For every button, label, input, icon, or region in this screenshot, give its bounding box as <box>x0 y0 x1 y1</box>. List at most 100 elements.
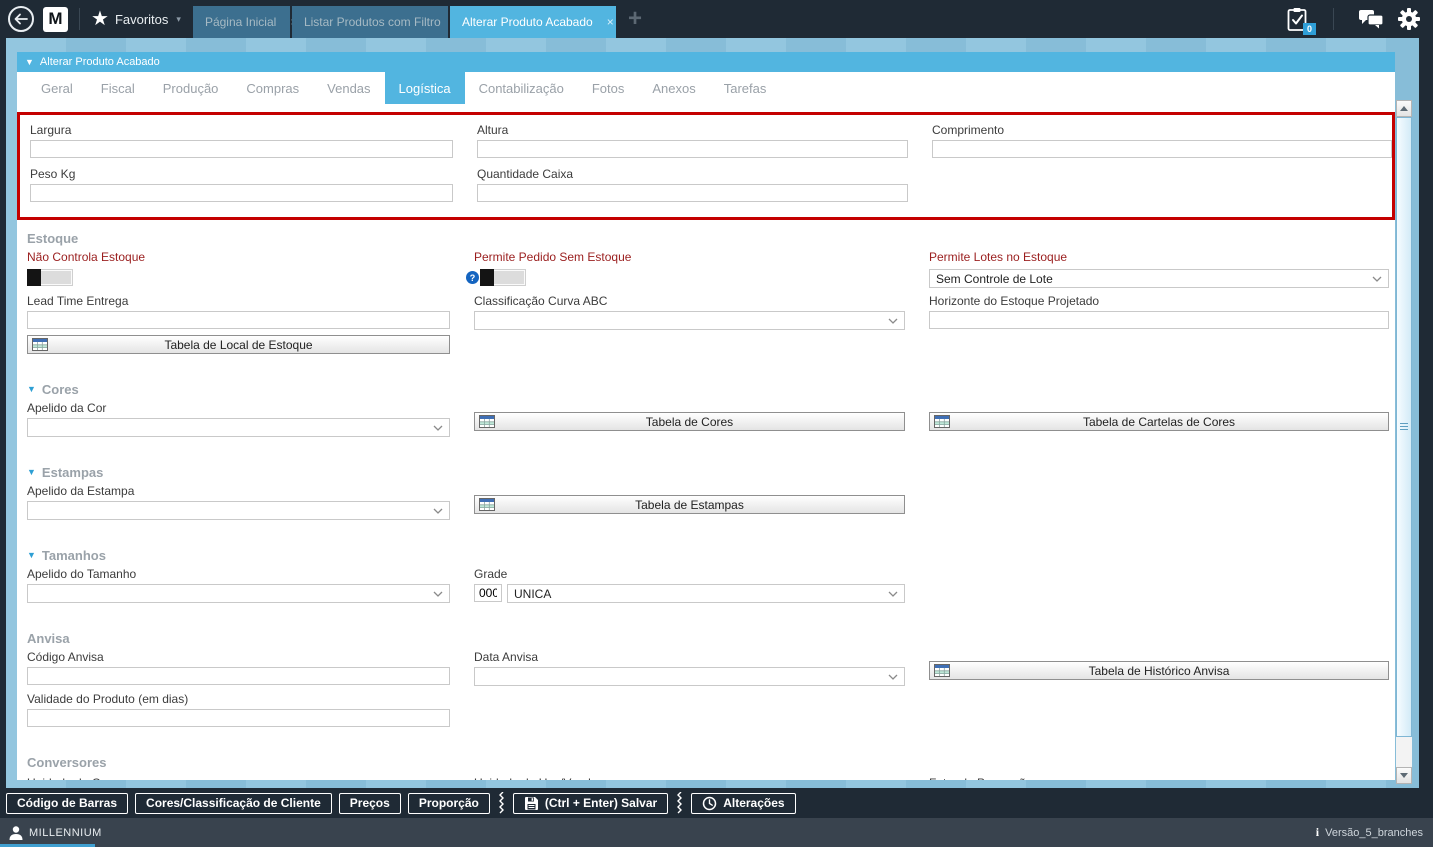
scroll-down-button[interactable] <box>1396 767 1412 784</box>
tab-fiscal[interactable]: Fiscal <box>87 72 149 104</box>
scrollbar-track[interactable] <box>1396 737 1412 767</box>
messages-button[interactable] <box>1358 9 1384 29</box>
help-icon[interactable]: ? <box>466 271 479 284</box>
lead-time-input[interactable] <box>27 311 450 329</box>
field-curva-abc: Classificação Curva ABC <box>474 290 905 330</box>
tab-anexos[interactable]: Anexos <box>638 72 709 104</box>
millennium-logo[interactable]: M <box>43 7 68 32</box>
field-data-anvisa: Data Anvisa <box>474 646 905 686</box>
apelido-tamanho-label: Apelido do Tamanho <box>27 567 450 581</box>
field-apelido-cor: Apelido da Cor <box>27 397 450 437</box>
tabela-historico-anvisa-button[interactable]: Tabela de Histórico Anvisa <box>929 661 1389 680</box>
tab-logistica[interactable]: Logística <box>385 72 465 104</box>
alteracoes-button[interactable]: Alterações <box>691 793 795 814</box>
field-comprimento: Comprimento <box>932 119 1392 158</box>
tab-contabilizacao[interactable]: Contabilização <box>465 72 578 104</box>
tab-producao[interactable]: Produção <box>149 72 233 104</box>
back-button[interactable] <box>8 6 34 32</box>
tabela-cartelas-cores-button[interactable]: Tabela de Cartelas de Cores <box>929 412 1389 431</box>
tab-tarefas[interactable]: Tarefas <box>710 72 781 104</box>
fator-label: Fator de Proporção <box>929 776 1389 780</box>
proporcao-button[interactable]: Proporção <box>408 793 490 814</box>
chevron-down-icon <box>433 591 443 597</box>
tab-compras[interactable]: Compras <box>232 72 313 104</box>
grade-code-input[interactable] <box>474 584 502 602</box>
divider <box>79 8 80 30</box>
vertical-scrollbar[interactable] <box>1396 100 1412 784</box>
field-permite-lotes: Permite Lotes no Estoque Sem Controle de… <box>929 246 1389 288</box>
nao-controla-toggle[interactable] <box>27 269 73 286</box>
salvar-button[interactable]: (Ctrl + Enter) Salvar <box>513 793 668 814</box>
apelido-cor-label: Apelido da Cor <box>27 401 450 415</box>
codigo-anvisa-input[interactable] <box>27 667 450 685</box>
cores-header[interactable]: ▼ Cores <box>17 382 1395 397</box>
tab-fotos[interactable]: Fotos <box>578 72 639 104</box>
favorites-menu[interactable]: ★ Favoritos ▾ <box>91 9 181 29</box>
tab-label: Página Inicial <box>205 15 276 29</box>
field-unidade-compra: Unidade de Compra <box>27 772 450 780</box>
button-label: Alterações <box>723 796 784 810</box>
field-nao-controla-estoque: Não Controla Estoque <box>27 246 450 286</box>
chevron-down-icon <box>888 318 898 324</box>
table-icon <box>479 498 495 511</box>
session-tab-listar-produtos[interactable]: Listar Produtos com Filtro × <box>292 6 448 38</box>
top-bar: M ★ Favoritos ▾ Página Inicial × Listar … <box>0 0 1433 38</box>
collapse-icon: ▼ <box>27 468 36 477</box>
close-icon[interactable]: × <box>607 15 614 29</box>
apelido-estampa-select[interactable] <box>27 501 450 520</box>
tab-geral[interactable]: Geral <box>27 72 87 104</box>
chevron-down-icon <box>433 425 443 431</box>
table-icon <box>32 338 48 351</box>
peso-label: Peso Kg <box>30 167 453 181</box>
scrollbar-thumb[interactable] <box>1396 117 1412 737</box>
history-clock-icon <box>702 796 717 811</box>
peso-input[interactable] <box>30 184 453 202</box>
user-menu[interactable]: MILLENNIUM <box>8 825 102 841</box>
comprimento-label: Comprimento <box>932 123 1392 137</box>
lead-time-label: Lead Time Entrega <box>27 294 450 308</box>
altura-input[interactable] <box>477 140 908 158</box>
field-fator: Fator de Proporção <box>929 772 1389 780</box>
tabela-cores-button[interactable]: Tabela de Cores <box>474 412 905 431</box>
largura-input[interactable] <box>30 140 453 158</box>
data-anvisa-select[interactable] <box>474 667 905 686</box>
apelido-cor-select[interactable] <box>27 418 450 437</box>
tab-label: Alterar Produto Acabado <box>462 15 593 29</box>
field-grade: Grade UNICA <box>474 563 905 603</box>
tab-vendas[interactable]: Vendas <box>313 72 384 104</box>
new-tab-button[interactable]: + <box>628 7 642 31</box>
session-tab-pagina-inicial[interactable]: Página Inicial × <box>193 6 290 38</box>
permite-lotes-select[interactable]: Sem Controle de Lote <box>929 269 1389 288</box>
workspace: ▼ Alterar Produto Acabado Geral Fiscal P… <box>6 38 1419 788</box>
settings-button[interactable] <box>1397 7 1421 31</box>
codigo-de-barras-button[interactable]: Código de Barras <box>6 793 128 814</box>
tasks-clipboard-button[interactable]: 0 <box>1287 7 1309 32</box>
tabela-estampas-button[interactable]: Tabela de Estampas <box>474 495 905 514</box>
button-label: Tabela de Cores <box>646 415 733 429</box>
tabela-local-estoque-button[interactable]: Tabela de Local de Estoque <box>27 335 450 354</box>
arrow-left-icon <box>14 13 28 25</box>
collapse-icon[interactable]: ▼ <box>25 58 34 67</box>
button-label: Tabela de Cartelas de Cores <box>1083 415 1235 429</box>
precos-button[interactable]: Preços <box>339 793 401 814</box>
apelido-tamanho-select[interactable] <box>27 584 450 603</box>
permite-pedido-toggle[interactable] <box>480 269 526 286</box>
quantidade-caixa-input[interactable] <box>477 184 908 202</box>
version-label: Versão_5_branches <box>1325 827 1423 839</box>
comprimento-input[interactable] <box>932 140 1392 158</box>
grade-select[interactable]: UNICA <box>507 584 905 603</box>
dimensions-highlight-box: Largura Altura Comprimento Peso Kg <box>17 112 1395 220</box>
scroll-up-button[interactable] <box>1396 100 1412 117</box>
tamanhos-header[interactable]: ▼ Tamanhos <box>17 548 1395 563</box>
scrollbar-grip-icon <box>1400 423 1408 431</box>
horizonte-input[interactable] <box>929 311 1389 329</box>
field-validade-produto: Validade do Produto (em dias) <box>27 688 450 727</box>
session-tab-alterar-produto[interactable]: Alterar Produto Acabado × <box>450 6 616 38</box>
curva-abc-select[interactable] <box>474 311 905 330</box>
validade-input[interactable] <box>27 709 450 727</box>
cores-classificacao-button[interactable]: Cores/Classificação de Cliente <box>135 793 332 814</box>
table-icon <box>479 415 495 428</box>
estampas-header[interactable]: ▼ Estampas <box>17 465 1395 480</box>
field-peso: Peso Kg <box>30 163 453 202</box>
button-label: (Ctrl + Enter) Salvar <box>545 796 657 810</box>
